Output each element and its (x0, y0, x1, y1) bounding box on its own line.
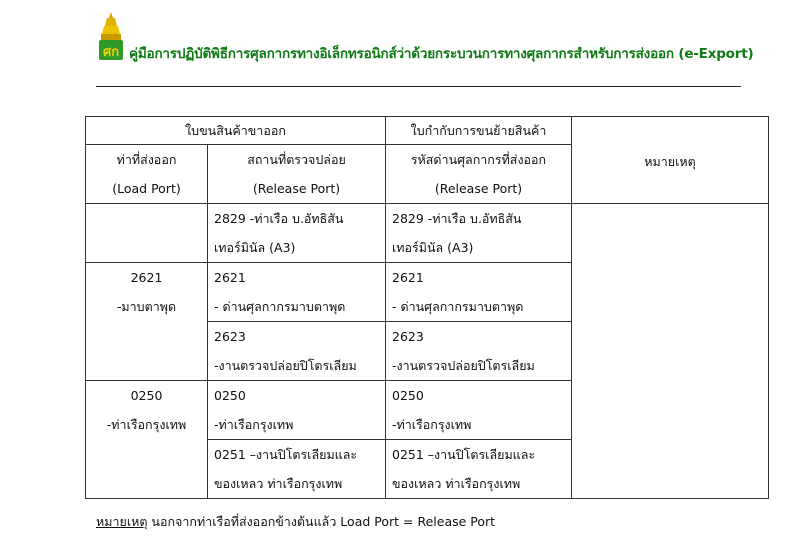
customs-code-cell: 2621 - ด่านศุลกากรมาบตาพุด (385, 262, 572, 322)
load-port-name: -ท่าเรือกรุงเทพ (106, 417, 187, 432)
customs-code-line1: 2621 (392, 270, 424, 285)
load-port-cell: 0250 -ท่าเรือกรุงเทพ (85, 380, 208, 499)
header-release-port: สถานที่ตรวจปล่อย (Release Port) (207, 144, 386, 204)
footnote-text: นอกจากท่าเรือที่ส่งออกข้างต้นแล้ว Load P… (147, 514, 496, 529)
release-port-cell: 2621 - ด่านศุลกากรมาบตาพุด (207, 262, 386, 322)
header-load-port-en: (Load Port) (112, 181, 181, 196)
load-port-code: 0250 (130, 388, 163, 403)
customs-code-line2: - ด่านศุลกากรมาบตาพุด (392, 299, 524, 314)
document-title: คู่มือการปฏิบัติพิธีการศุลกากรทางอิเล็กท… (129, 46, 754, 62)
load-port-name: -มาบตาพุด (116, 299, 177, 314)
table-row: 2829 -ท่าเรือ บ.อัทธิสัน เทอร์มินัล (A3)… (85, 203, 769, 499)
header-load-port: ท่าที่ส่งออก (Load Port) (85, 144, 208, 204)
release-port-line2: -ท่าเรือกรุงเทพ (214, 417, 294, 432)
customs-code-cell: 2623 -งานตรวจปล่อยปิโตรเลียม (385, 321, 572, 381)
document-header: ศก คู่มือการปฏิบัติพิธีการศุลกากรทางอิเล… (96, 10, 754, 66)
customs-code-line1: 2829 -ท่าเรือ บ.อัทธิสัน (392, 211, 522, 226)
release-port-line1: 2621 (214, 270, 246, 285)
release-port-line2: ของเหลว ท่าเรือกรุงเทพ (214, 476, 343, 491)
customs-code-cell: 0251 –งานปิโตรเลียมและ ของเหลว ท่าเรือกร… (385, 439, 572, 499)
load-port-cell (85, 203, 208, 263)
footnote-label: หมายเหตุ (96, 514, 148, 529)
customs-code-line1: 2623 (392, 329, 424, 344)
release-port-line1: 2829 -ท่าเรือ บ.อัทธิสัน (214, 211, 344, 226)
release-port-cell: 0251 –งานปิโตรเลียมและ ของเหลว ท่าเรือกร… (207, 439, 386, 499)
load-port-cell: 2621 -มาบตาพุด (85, 262, 208, 381)
release-port-cell: 2623 -งานตรวจปล่อยปิโตรเลียม (207, 321, 386, 381)
svg-text:ศก: ศก (103, 45, 119, 60)
load-port-code: 2621 (130, 270, 163, 285)
release-port-line1: 2623 (214, 329, 246, 344)
customs-code-cell: 0250 -ท่าเรือกรุงเทพ (385, 380, 572, 440)
release-port-line1: 0250 (214, 388, 246, 403)
customs-code-line1: 0250 (392, 388, 424, 403)
header-load-port-th: ท่าที่ส่งออก (116, 152, 177, 167)
header-release-port-en: (Release Port) (252, 181, 341, 196)
header-release-port-th: สถานที่ตรวจปล่อย (247, 152, 346, 167)
customs-code-line2: เทอร์มินัล (A3) (392, 240, 474, 255)
header-customs-code-en: (Release Port) (434, 181, 523, 196)
release-port-cell: 0250 -ท่าเรือกรุงเทพ (207, 380, 386, 440)
customs-code-line2: -ท่าเรือกรุงเทพ (392, 417, 472, 432)
customs-code-line1: 0251 –งานปิโตรเลียมและ (392, 447, 536, 462)
header-customs-code-th: รหัสด่านศุลกากรที่ส่งออก (410, 152, 547, 167)
customs-code-line2: -งานตรวจปล่อยปิโตรเลียม (392, 358, 535, 373)
customs-code-line2: ของเหลว ท่าเรือกรุงเทพ (392, 476, 521, 491)
header-remark-label: หมายเหตุ (644, 154, 696, 169)
header-customs-code: รหัสด่านศุลกากรที่ส่งออก (Release Port) (385, 144, 572, 204)
release-port-cell: 2829 -ท่าเรือ บ.อัทธิสัน เทอร์มินัล (A3) (207, 203, 386, 263)
release-port-line1: 0251 –งานปิโตรเลียมและ (214, 447, 358, 462)
header-divider (96, 86, 741, 87)
release-port-line2: -งานตรวจปล่อยปิโตรเลียม (214, 358, 357, 373)
customs-code-cell: 2829 -ท่าเรือ บ.อัทธิสัน เทอร์มินัล (A3) (385, 203, 572, 263)
header-export-declaration: ใบขนสินค้าขาออก (85, 116, 386, 145)
royal-crest-icon: ศก (99, 12, 123, 60)
remark-cell (571, 203, 769, 499)
port-mapping-table: ใบขนสินค้าขาออก ใบกำกับการขนย้ายสินค้า ห… (85, 116, 769, 499)
header-remark: หมายเหตุ (571, 116, 769, 204)
release-port-line2: - ด่านศุลกากรมาบตาพุด (214, 299, 346, 314)
release-port-line2: เทอร์มินัล (A3) (214, 240, 296, 255)
header-transfer-document: ใบกำกับการขนย้ายสินค้า (385, 116, 572, 145)
footnote: หมายเหตุ นอกจากท่าเรือที่ส่งออกข้างต้นแล… (96, 512, 495, 532)
